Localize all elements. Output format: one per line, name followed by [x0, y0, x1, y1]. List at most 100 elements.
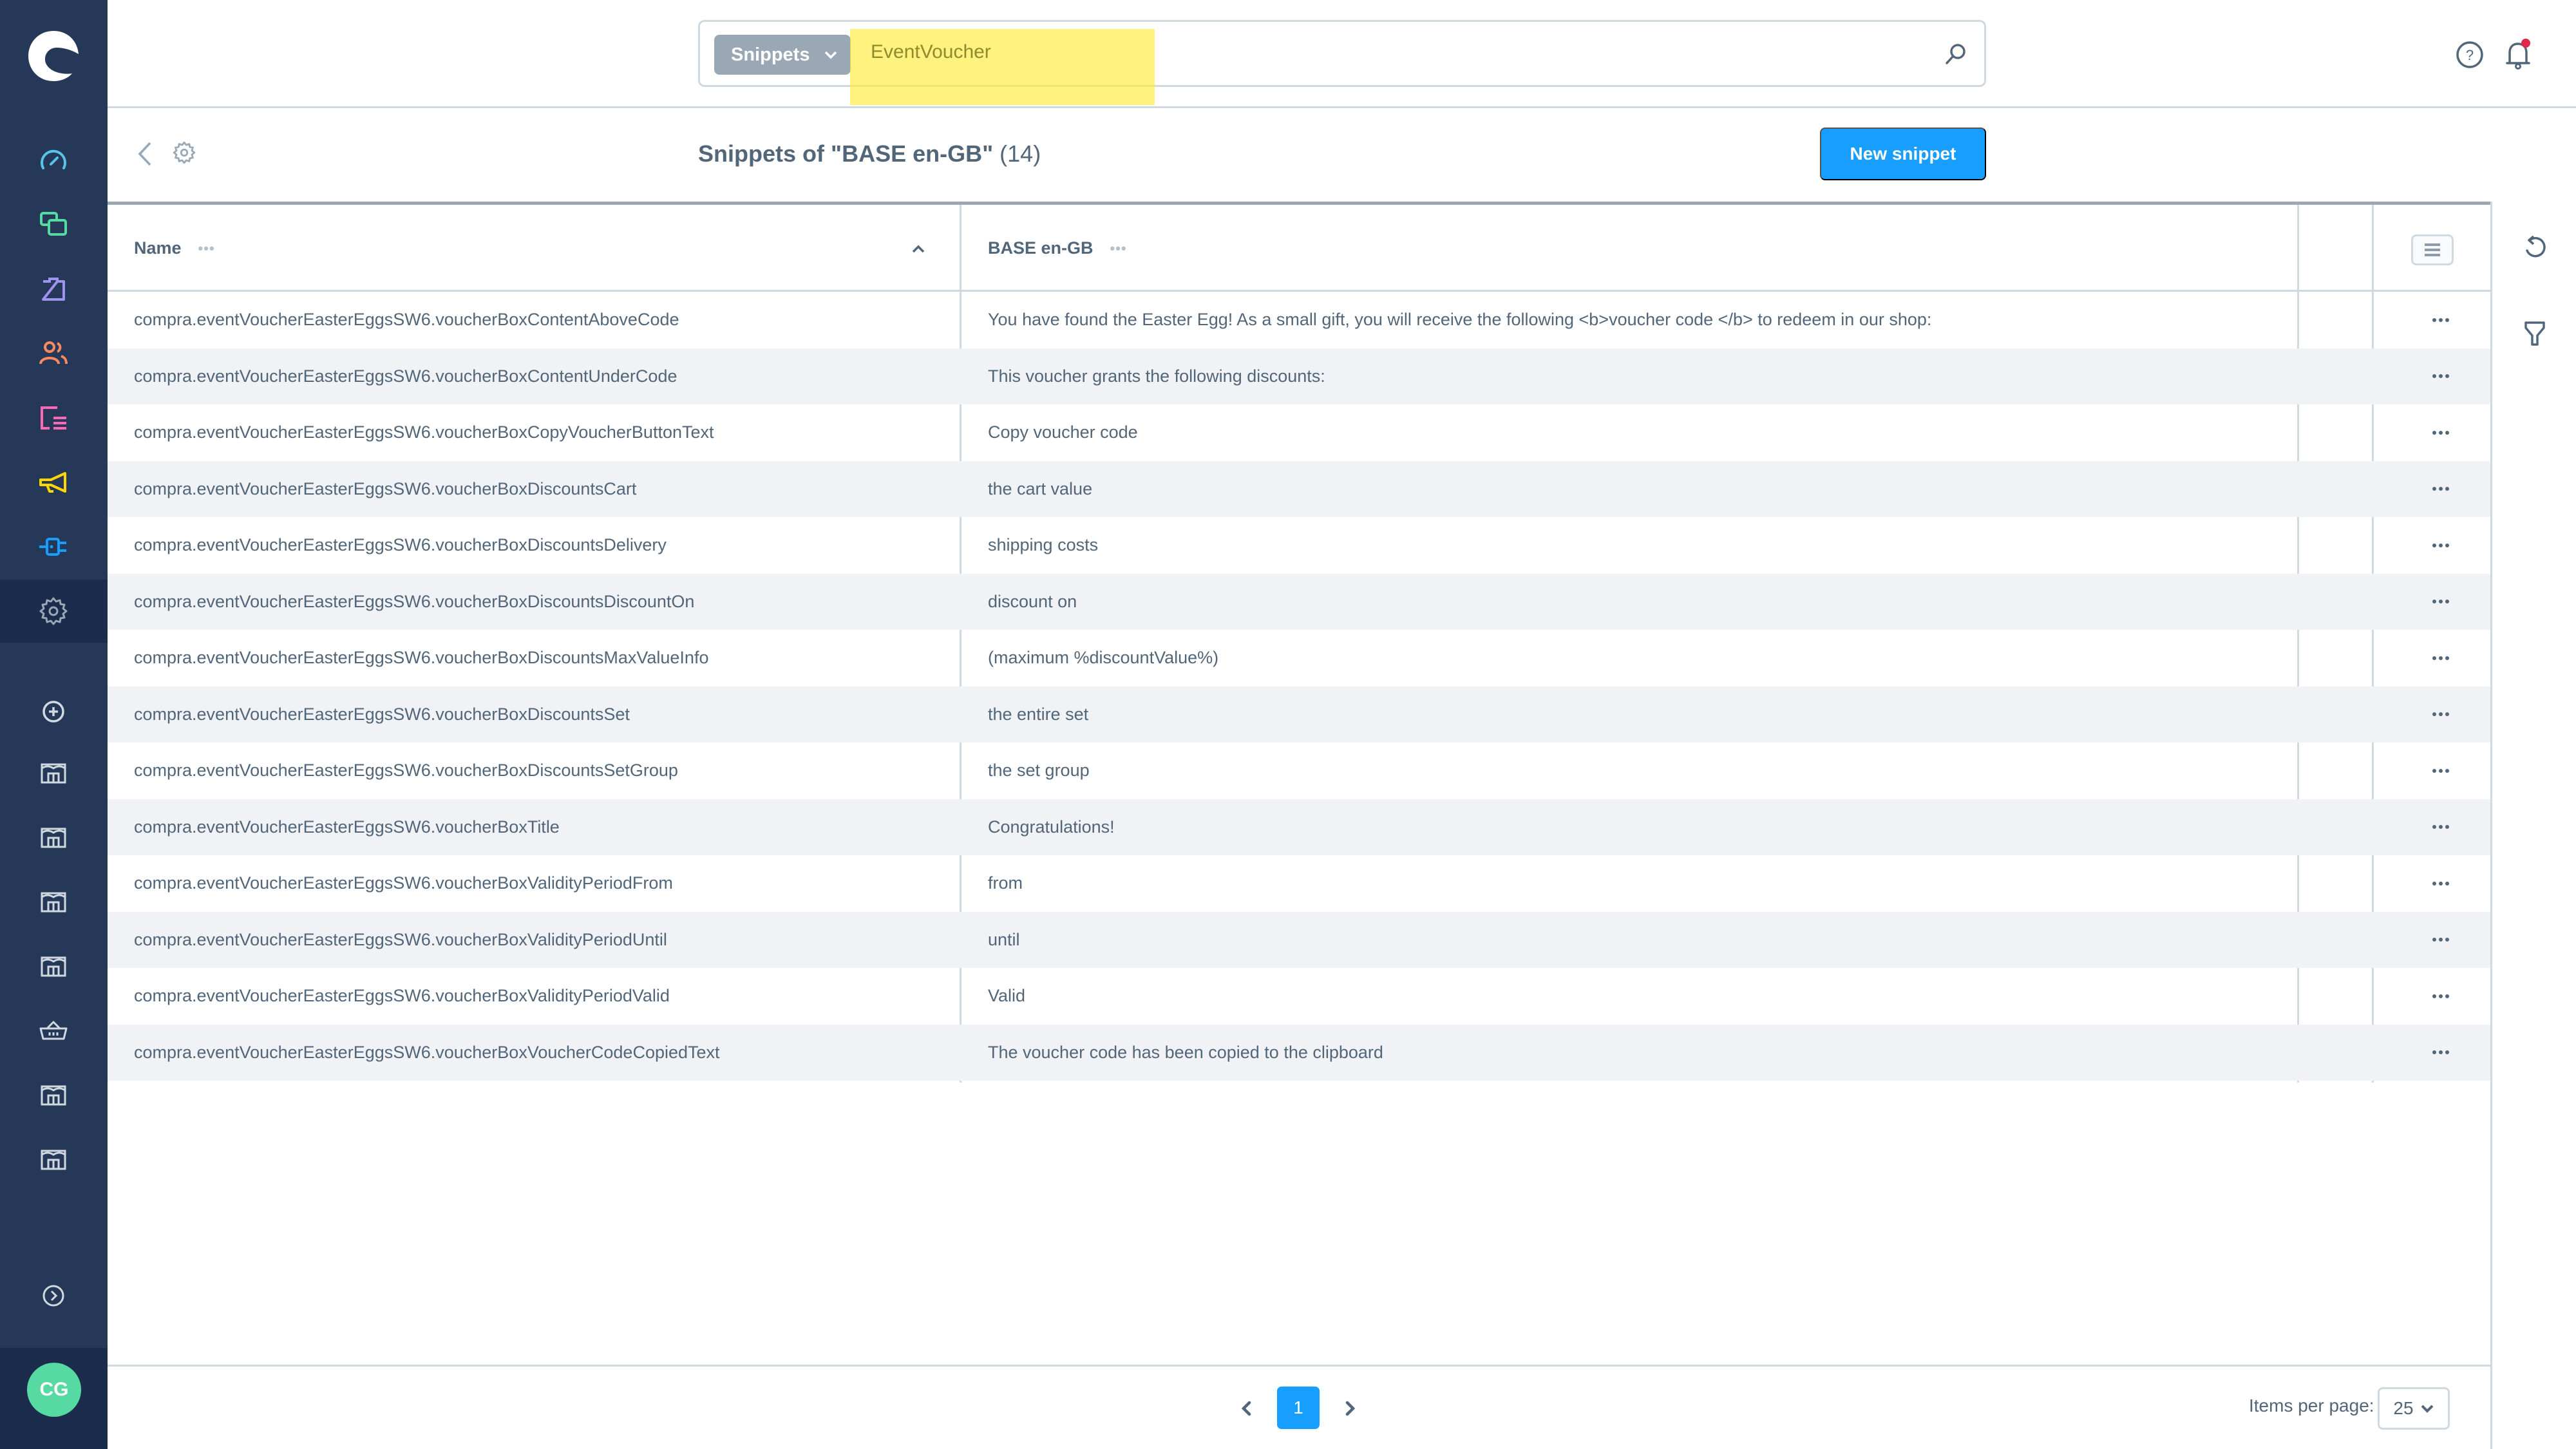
- snippet-value-cell[interactable]: until: [988, 912, 1020, 969]
- snippet-value-cell[interactable]: the cart value: [988, 461, 1092, 518]
- table-row[interactable]: compra.eventVoucherEasterEggsSW6.voucher…: [108, 404, 2490, 461]
- snippet-name-cell[interactable]: compra.eventVoucherEasterEggsSW6.voucher…: [134, 968, 670, 1025]
- sidebar-item-catalogues[interactable]: [33, 205, 73, 245]
- row-actions-button[interactable]: [2425, 912, 2457, 969]
- row-actions-button[interactable]: [2425, 687, 2457, 743]
- page-button-current[interactable]: 1: [1277, 1387, 1320, 1429]
- snippet-value-cell[interactable]: shipping costs: [988, 517, 1098, 574]
- snippet-value-cell[interactable]: from: [988, 855, 1023, 912]
- snippet-name-cell[interactable]: compra.eventVoucherEasterEggsSW6.voucher…: [134, 855, 673, 912]
- sidebar-item-extensions[interactable]: [33, 527, 73, 567]
- snippet-value-cell[interactable]: discount on: [988, 574, 1077, 630]
- user-avatar[interactable]: CG: [27, 1363, 81, 1417]
- settings-gear-icon[interactable]: [172, 140, 196, 165]
- column-header-name[interactable]: Name •••: [134, 205, 215, 292]
- column-header-base-en-gb[interactable]: BASE en-GB •••: [988, 205, 1127, 292]
- table-row[interactable]: compra.eventVoucherEasterEggsSW6.voucher…: [108, 292, 2490, 348]
- hamburger-menu-icon: [2425, 243, 2440, 256]
- snippet-name-cell[interactable]: compra.eventVoucherEasterEggsSW6.voucher…: [134, 799, 560, 856]
- sidebar-item-marketing[interactable]: [33, 462, 73, 502]
- notification-bell-icon[interactable]: [2502, 37, 2534, 72]
- table-row[interactable]: compra.eventVoucherEasterEggsSW6.voucher…: [108, 743, 2490, 799]
- row-actions-button[interactable]: [2425, 292, 2457, 348]
- snippet-name-cell[interactable]: compra.eventVoucherEasterEggsSW6.voucher…: [134, 461, 636, 518]
- snippet-name-cell[interactable]: compra.eventVoucherEasterEggsSW6.voucher…: [134, 630, 708, 687]
- column-options-icon[interactable]: •••: [1110, 240, 1127, 257]
- sidebar-item-settings[interactable]: [33, 591, 73, 631]
- filter-icon[interactable]: [2521, 319, 2549, 347]
- row-actions-button[interactable]: [2425, 968, 2457, 1025]
- sales-channel-item[interactable]: [33, 1139, 73, 1179]
- snippet-value-cell[interactable]: Congratulations!: [988, 799, 1115, 856]
- sidebar-item-content[interactable]: [33, 398, 73, 438]
- sales-channel-item[interactable]: [33, 881, 73, 921]
- table-row[interactable]: compra.eventVoucherEasterEggsSW6.voucher…: [108, 1024, 2490, 1081]
- table-row[interactable]: compra.eventVoucherEasterEggsSW6.voucher…: [108, 799, 2490, 856]
- sales-channel-item[interactable]: [33, 1074, 73, 1114]
- snippet-name-cell[interactable]: compra.eventVoucherEasterEggsSW6.voucher…: [134, 743, 678, 799]
- snippet-value-cell[interactable]: You have found the Easter Egg! As a smal…: [988, 292, 1931, 348]
- sidebar-item-dashboard[interactable]: [33, 140, 73, 180]
- next-page-icon[interactable]: [1340, 1399, 1359, 1418]
- snippet-name-cell[interactable]: compra.eventVoucherEasterEggsSW6.voucher…: [134, 404, 714, 461]
- row-actions-button[interactable]: [2425, 348, 2457, 405]
- row-actions-button[interactable]: [2425, 855, 2457, 912]
- snippet-name-cell[interactable]: compra.eventVoucherEasterEggsSW6.voucher…: [134, 1025, 720, 1081]
- row-actions-button[interactable]: [2425, 404, 2457, 461]
- table-row[interactable]: compra.eventVoucherEasterEggsSW6.voucher…: [108, 911, 2490, 969]
- sidebar-item-customers[interactable]: [33, 334, 73, 374]
- previous-page-icon[interactable]: [1237, 1399, 1256, 1418]
- row-actions-button[interactable]: [2425, 630, 2457, 687]
- expand-sidebar-button[interactable]: [33, 1276, 73, 1316]
- snippet-name-cell[interactable]: compra.eventVoucherEasterEggsSW6.voucher…: [134, 292, 679, 348]
- snippet-name-cell[interactable]: compra.eventVoucherEasterEggsSW6.voucher…: [134, 517, 667, 574]
- search-input[interactable]: EventVoucher: [871, 41, 991, 63]
- snippet-value-cell[interactable]: (maximum %discountValue%): [988, 630, 1218, 687]
- page-header: Snippets of "BASE en-GB" (14) New snippe…: [108, 108, 2576, 202]
- row-actions-button[interactable]: [2425, 1025, 2457, 1081]
- snippet-name-cell[interactable]: compra.eventVoucherEasterEggsSW6.voucher…: [134, 348, 677, 405]
- row-actions-button[interactable]: [2425, 743, 2457, 799]
- sales-channel-item[interactable]: [33, 1010, 73, 1050]
- items-per-page-select[interactable]: 25: [2378, 1387, 2450, 1430]
- sidebar-item-orders[interactable]: [33, 269, 73, 309]
- back-arrow-icon[interactable]: [135, 139, 155, 169]
- table-row[interactable]: compra.eventVoucherEasterEggsSW6.voucher…: [108, 517, 2490, 574]
- table-row[interactable]: compra.eventVoucherEasterEggsSW6.voucher…: [108, 348, 2490, 405]
- row-actions-button[interactable]: [2425, 461, 2457, 518]
- column-options-icon[interactable]: •••: [198, 240, 215, 257]
- table-row[interactable]: compra.eventVoucherEasterEggsSW6.voucher…: [108, 855, 2490, 912]
- row-actions-button[interactable]: [2425, 799, 2457, 856]
- new-snippet-button[interactable]: New snippet: [1820, 128, 1986, 180]
- snippet-name-cell[interactable]: compra.eventVoucherEasterEggsSW6.voucher…: [134, 912, 667, 969]
- table-row[interactable]: compra.eventVoucherEasterEggsSW6.voucher…: [108, 573, 2490, 630]
- table-row[interactable]: compra.eventVoucherEasterEggsSW6.voucher…: [108, 968, 2490, 1025]
- table-row[interactable]: compra.eventVoucherEasterEggsSW6.voucher…: [108, 630, 2490, 687]
- table-row[interactable]: compra.eventVoucherEasterEggsSW6.voucher…: [108, 686, 2490, 743]
- table-row[interactable]: compra.eventVoucherEasterEggsSW6.voucher…: [108, 460, 2490, 518]
- snippet-name-cell[interactable]: compra.eventVoucherEasterEggsSW6.voucher…: [134, 574, 694, 630]
- snippet-value-cell[interactable]: the set group: [988, 743, 1090, 799]
- column-settings-button[interactable]: [2411, 234, 2454, 265]
- sales-channel-item[interactable]: [33, 945, 73, 985]
- row-actions-button[interactable]: [2425, 574, 2457, 630]
- snippet-value-cell[interactable]: The voucher code has been copied to the …: [988, 1025, 1383, 1081]
- snippet-value-cell[interactable]: the entire set: [988, 687, 1088, 743]
- help-icon[interactable]: ?: [2455, 40, 2485, 70]
- snippet-value-cell[interactable]: This voucher grants the following discou…: [988, 348, 1325, 405]
- storefront-icon: [41, 828, 66, 848]
- snippet-value-cell[interactable]: Valid: [988, 968, 1025, 1025]
- snippet-name-cell[interactable]: compra.eventVoucherEasterEggsSW6.voucher…: [134, 687, 630, 743]
- shopware-logo[interactable]: [26, 28, 81, 84]
- sales-channel-item[interactable]: [33, 752, 73, 792]
- search-type-dropdown[interactable]: Snippets: [714, 35, 851, 75]
- add-sales-channel-button[interactable]: [33, 692, 73, 732]
- row-actions-button[interactable]: [2425, 517, 2457, 574]
- plug-icon: [39, 538, 66, 556]
- sales-channel-item[interactable]: [33, 817, 73, 857]
- refresh-icon[interactable]: [2521, 234, 2549, 262]
- snippet-value-cell[interactable]: Copy voucher code: [988, 404, 1138, 461]
- sort-ascending-icon[interactable]: [910, 241, 927, 258]
- search-icon[interactable]: [1943, 41, 1969, 67]
- content-icon: [41, 406, 66, 430]
